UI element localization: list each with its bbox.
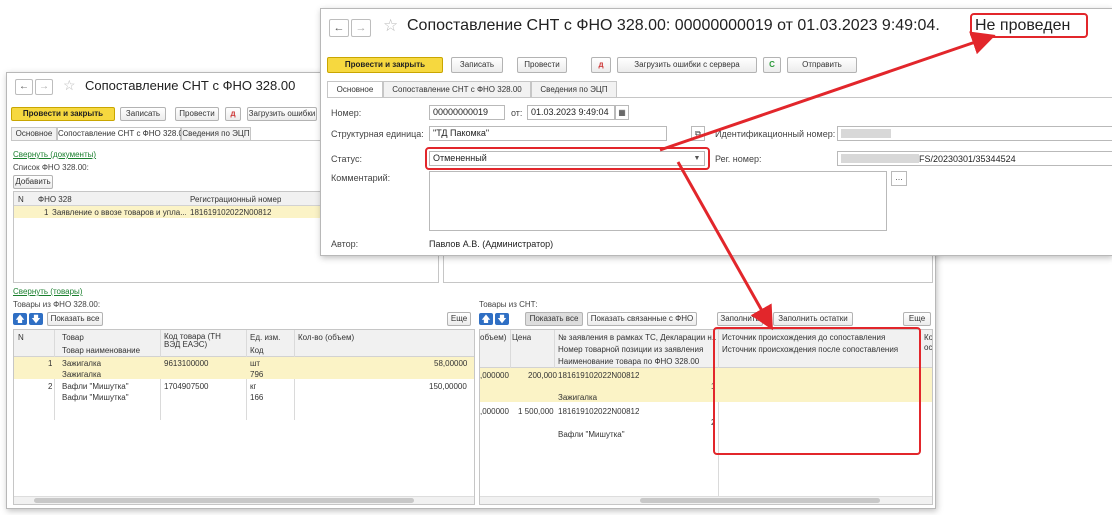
annotation-arrows	[659, 31, 996, 331]
arrow-to-status	[659, 31, 996, 152]
arrow-to-source	[676, 161, 773, 331]
